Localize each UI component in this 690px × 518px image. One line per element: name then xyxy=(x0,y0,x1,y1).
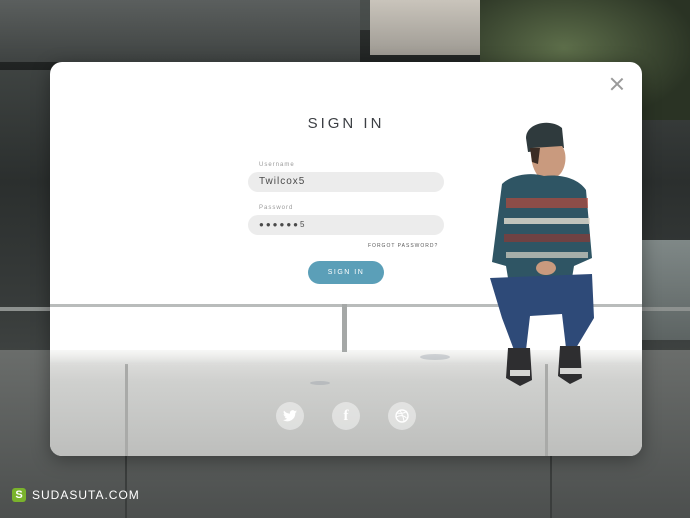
password-field[interactable]: ●●●●●●5 xyxy=(248,215,444,235)
person-image xyxy=(490,122,594,386)
password-label: Password xyxy=(259,205,294,211)
bridge xyxy=(0,0,360,62)
ledge-joint xyxy=(125,364,128,456)
facebook-button[interactable]: f xyxy=(332,402,360,430)
sign-in-button[interactable]: SIGN IN xyxy=(308,261,384,284)
dribbble-button[interactable] xyxy=(388,402,416,430)
forgot-password-link[interactable]: FORGOT PASSWORD? xyxy=(368,243,438,249)
railing-post xyxy=(342,304,347,352)
watermark: S SUDASUTA.COM xyxy=(12,488,140,502)
river xyxy=(640,240,690,340)
close-icon[interactable] xyxy=(609,76,625,92)
username-field[interactable]: Twilcox5 xyxy=(248,172,444,192)
watermark-logo: S xyxy=(12,488,26,502)
username-label: Username xyxy=(259,162,295,168)
stain xyxy=(420,354,450,360)
twitter-icon xyxy=(283,410,297,422)
facebook-icon: f xyxy=(343,407,349,424)
sign-in-dialog: SIGN IN Username Twilcox5 Password ●●●●●… xyxy=(50,62,642,456)
watermark-text: SUDASUTA.COM xyxy=(32,488,140,502)
dribbble-icon xyxy=(395,409,409,423)
stain xyxy=(310,381,330,385)
twitter-button[interactable] xyxy=(276,402,304,430)
